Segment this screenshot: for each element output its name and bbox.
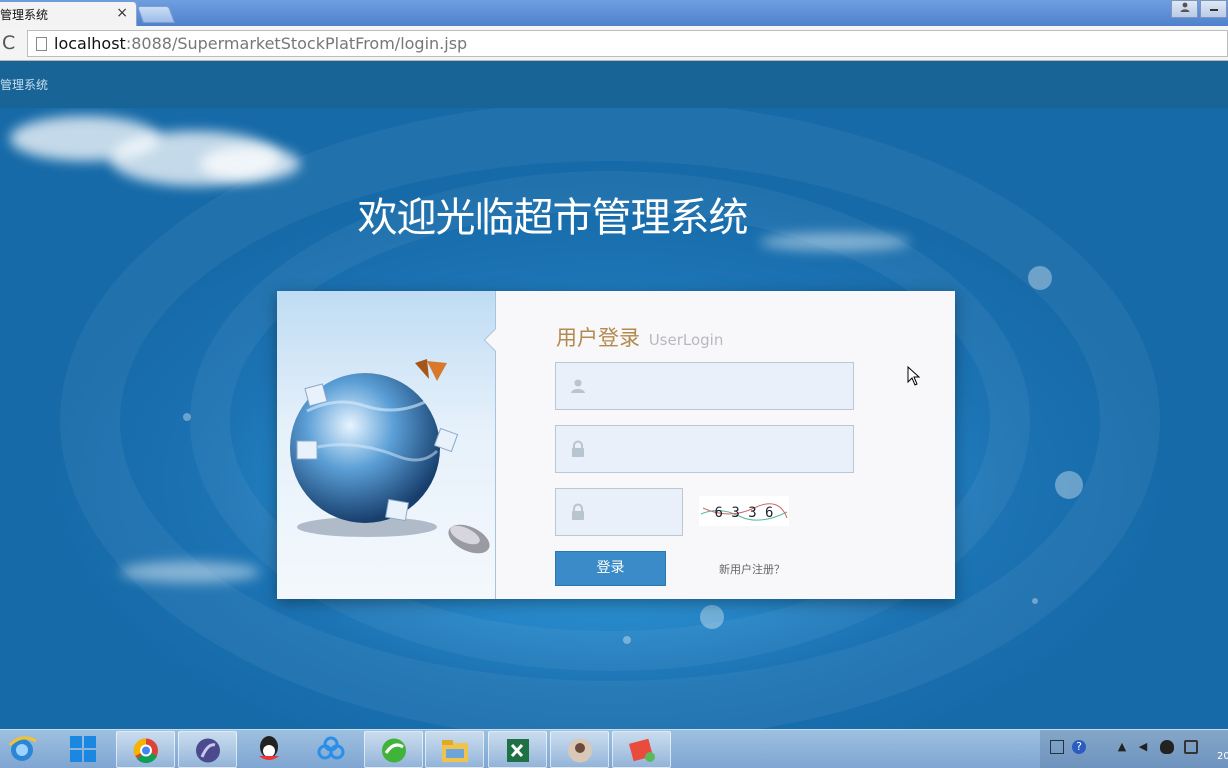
address-bar[interactable]: localhost:8088/SupermarketStockPlatFrom/… xyxy=(27,30,1228,57)
captcha-field[interactable] xyxy=(555,488,683,536)
bubble-decoration xyxy=(700,605,724,629)
browser-tab[interactable]: 管理系统 × xyxy=(0,2,137,26)
power-plug-icon[interactable] xyxy=(1184,740,1198,754)
captcha-input[interactable] xyxy=(596,497,676,527)
minimize-button[interactable] xyxy=(1200,0,1227,18)
360-icon xyxy=(382,738,406,763)
monitor-icon[interactable] xyxy=(1050,740,1064,754)
bubble-decoration xyxy=(1055,471,1083,499)
username-field[interactable] xyxy=(555,362,854,410)
photo-icon xyxy=(568,738,592,763)
eclipse-icon xyxy=(196,738,220,763)
taskbar-notes[interactable] xyxy=(612,731,671,768)
baidu-cloud-icon[interactable] xyxy=(315,734,347,764)
taskbar-explorer[interactable] xyxy=(425,731,484,768)
cloud-decoration xyxy=(120,561,260,583)
ie-icon[interactable] xyxy=(6,733,38,765)
tab-title: 管理系统 xyxy=(0,8,49,22)
taskbar-eclipse[interactable] xyxy=(178,731,237,768)
globe-illustration-icon xyxy=(290,359,490,554)
address-toolbar: C localhost:8088/SupermarketStockPlatFro… xyxy=(0,26,1228,61)
tab-close-icon[interactable]: × xyxy=(116,4,128,22)
mouse-cursor-icon xyxy=(907,366,921,386)
url-text[interactable]: localhost:8088/SupermarketStockPlatFrom/… xyxy=(54,34,467,54)
cloud-decoration xyxy=(200,146,300,181)
start-metro-icon[interactable] xyxy=(68,734,98,764)
login-button[interactable]: 登录 xyxy=(555,551,666,586)
login-title: 用户登录 UserLogin xyxy=(556,322,723,352)
site-name: 管理系统 xyxy=(0,78,49,92)
user-icon xyxy=(571,379,585,393)
browser-tab-strip: 管理系统 × xyxy=(0,0,1228,26)
help-icon[interactable]: ? xyxy=(1072,740,1086,754)
taskbar: ? ▲ ◀ 20 xyxy=(0,729,1228,768)
reload-icon[interactable]: C xyxy=(2,32,15,54)
bubble-decoration xyxy=(183,413,191,421)
qq-icon[interactable] xyxy=(253,734,285,764)
password-input[interactable] xyxy=(596,434,836,464)
login-illustration-pane xyxy=(277,291,496,599)
login-title-cn: 用户登录 xyxy=(556,326,640,350)
captcha-image[interactable]: 6 3 3 6 xyxy=(699,496,789,526)
minimize-icon xyxy=(1209,9,1218,11)
notes-icon xyxy=(629,738,655,762)
bubble-decoration xyxy=(1032,598,1038,604)
taskbar-360[interactable] xyxy=(364,731,423,768)
page-icon xyxy=(36,37,47,51)
password-field[interactable] xyxy=(555,425,854,473)
login-panel: 用户登录 UserLogin 6 3 3 6 登录 新用户注册？ xyxy=(277,291,955,599)
new-tab-button[interactable] xyxy=(136,6,176,23)
url-host: localhost xyxy=(54,34,126,53)
page-header: 管理系统 xyxy=(0,61,1228,108)
bubble-decoration xyxy=(623,636,631,644)
file-explorer-icon xyxy=(442,740,468,762)
lock-icon xyxy=(572,503,584,520)
login-subtitle: UserLogin xyxy=(648,331,724,349)
volume-muted-icon[interactable]: ◀ xyxy=(1136,740,1150,754)
username-input[interactable] xyxy=(596,371,836,401)
lock-icon xyxy=(572,440,584,457)
page-content: 管理系统 欢迎光临超市管理系统 用户登录 UserLogin 6 3 3 6 登… xyxy=(0,61,1228,729)
clock: 20 xyxy=(1217,751,1228,762)
taskbar-chrome[interactable] xyxy=(116,731,175,768)
url-path: :8088/SupermarketStockPlatFrom/login.jsp xyxy=(125,34,468,53)
bubble-decoration xyxy=(1028,266,1052,290)
qq-tray-icon[interactable] xyxy=(1160,740,1174,754)
excel-icon xyxy=(507,739,529,762)
user-profile-button[interactable] xyxy=(1171,0,1198,18)
system-tray: ? ▲ ◀ xyxy=(1040,730,1228,768)
register-link[interactable]: 新用户注册？ xyxy=(719,561,785,577)
captcha-text: 6 3 3 6 xyxy=(714,505,773,521)
welcome-title: 欢迎光临超市管理系统 xyxy=(357,195,749,241)
user-icon xyxy=(1180,2,1189,12)
taskbar-excel[interactable] xyxy=(488,731,547,768)
taskbar-photo[interactable] xyxy=(550,731,609,768)
chrome-icon xyxy=(133,738,158,764)
tray-expand-icon[interactable]: ▲ xyxy=(1115,740,1129,754)
